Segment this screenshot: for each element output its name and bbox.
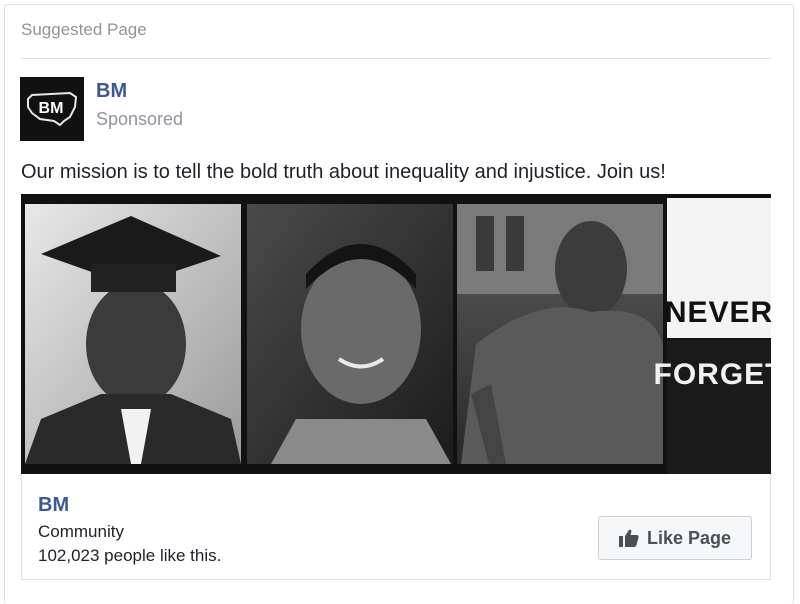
photo-young-man	[457, 204, 663, 464]
avatar-logo-text: BM	[39, 100, 64, 117]
like-page-button[interactable]: Like Page	[598, 516, 752, 560]
page-info-footer: BM Community 102,023 people like this. L…	[21, 474, 771, 580]
photo-graduate	[25, 204, 241, 464]
like-page-button-label: Like Page	[646, 527, 732, 548]
header-divider	[21, 58, 771, 59]
sponsored-label[interactable]: Sponsored	[96, 109, 183, 130]
post-message: Our mission is to tell the bold truth ab…	[21, 161, 666, 183]
bm-logo-icon: BM	[20, 77, 84, 141]
poster-line-forget: FORGET	[654, 358, 772, 391]
ad-image[interactable]: NEVER FORGET	[21, 194, 771, 474]
footer-category: Community	[38, 522, 124, 541]
poster-line-never: NEVER	[665, 296, 771, 329]
footer-likes-count: 102,023 people like this.	[38, 546, 222, 565]
ad-image-graphic: NEVER FORGET	[21, 194, 771, 474]
thumbs-up-icon	[618, 529, 639, 547]
page-avatar[interactable]: BM	[20, 77, 84, 141]
post-page-name-link[interactable]: BM	[96, 80, 127, 103]
suggested-page-label: Suggested Page	[21, 20, 147, 39]
photo-boy	[247, 204, 453, 464]
footer-page-name-link[interactable]: BM	[38, 494, 69, 517]
never-forget-poster: NEVER FORGET	[654, 198, 772, 474]
